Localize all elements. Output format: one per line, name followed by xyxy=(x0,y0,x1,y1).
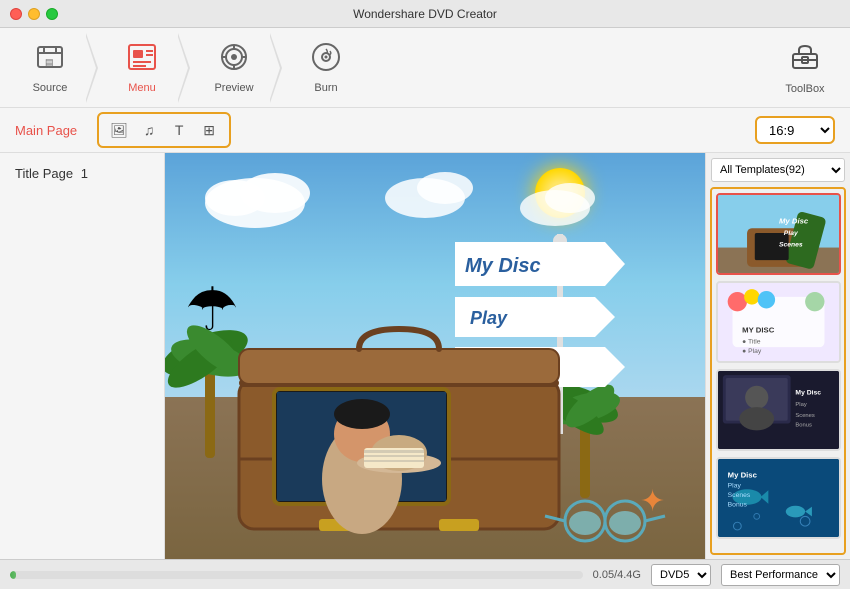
app-title: Wondershare DVD Creator xyxy=(353,7,497,21)
add-chapter-button[interactable]: ⊞ xyxy=(195,117,223,143)
template-thumb-4-inner: My Disc Play Scenes Bonus xyxy=(718,459,839,537)
title-bar: Wondershare DVD Creator xyxy=(0,0,850,28)
performance-select[interactable]: Best Performance High Quality Standard xyxy=(721,564,840,586)
svg-text:MY DISC: MY DISC xyxy=(742,326,775,335)
svg-text:My Disc: My Disc xyxy=(779,216,809,225)
source-icon: ▤ xyxy=(34,41,66,78)
templates-panel: All Templates(92) My Disc Play xyxy=(705,153,850,559)
svg-text:My Disc: My Disc xyxy=(795,390,821,397)
hat-book xyxy=(354,408,444,478)
preview-label: Preview xyxy=(214,82,253,94)
disc-type-select[interactable]: DVD5 DVD9 xyxy=(651,564,711,586)
add-text-button[interactable]: T xyxy=(165,117,193,143)
svg-text:Scenes: Scenes xyxy=(795,413,814,419)
toolbar-nav: ▤ Source Menu xyxy=(10,33,770,103)
svg-text:Bonus: Bonus xyxy=(795,422,812,428)
template-thumb-3-inner: My Disc Play Scenes Bonus xyxy=(718,371,839,449)
template-filter-select[interactable]: All Templates(92) xyxy=(711,158,845,182)
aspect-ratio-select[interactable]: 16:9 4:3 xyxy=(755,116,835,144)
template-thumb-3[interactable]: My Disc Play Scenes Bonus xyxy=(716,369,841,451)
progress-bar-container xyxy=(10,571,583,579)
ground-items: ✦ xyxy=(535,471,685,551)
main-toolbar: ▤ Source Menu xyxy=(0,28,850,108)
burn-label: Burn xyxy=(314,82,337,94)
svg-text:✦: ✦ xyxy=(640,485,665,518)
template-thumb-2[interactable]: MY DISC ● Title ● Play xyxy=(716,281,841,363)
toolbar-item-source[interactable]: ▤ Source xyxy=(10,33,90,103)
toolbox-button[interactable]: ToolBox xyxy=(770,40,840,95)
template-thumb-4[interactable]: My Disc Play Scenes Bonus xyxy=(716,457,841,539)
svg-text:Play: Play xyxy=(795,402,806,408)
source-label: Source xyxy=(33,82,68,94)
svg-text:Scenes: Scenes xyxy=(728,492,751,499)
svg-text:My Disc: My Disc xyxy=(728,471,758,480)
svg-text:Bonus: Bonus xyxy=(728,502,748,509)
progress-bar-fill xyxy=(10,571,16,579)
menu-label: Menu xyxy=(128,82,156,94)
svg-text:Play: Play xyxy=(728,482,742,489)
add-music-button[interactable]: ♫ xyxy=(135,117,163,143)
template-thumb-1[interactable]: My Disc Play Scenes xyxy=(716,193,841,275)
template-thumb-2-inner: MY DISC ● Title ● Play xyxy=(718,283,839,361)
svg-text:● Title: ● Title xyxy=(742,338,761,345)
title-page-item[interactable]: Title Page 1 xyxy=(10,163,154,184)
close-button[interactable] xyxy=(10,8,22,20)
svg-text:▤: ▤ xyxy=(45,57,54,67)
preview-content: ☂ xyxy=(165,153,705,559)
svg-text:● Play: ● Play xyxy=(742,348,762,355)
toolbox-icon xyxy=(789,40,821,79)
main-page-label: Main Page xyxy=(15,123,77,138)
media-buttons-group: 🖼 ♫ T ⊞ xyxy=(97,112,231,148)
left-panel: Title Page 1 xyxy=(0,153,165,559)
add-image-button[interactable]: 🖼 xyxy=(105,117,133,143)
preview-icon xyxy=(218,41,250,78)
title-page-number: 1 xyxy=(81,166,88,181)
preview-area: ☂ xyxy=(165,153,705,559)
progress-text: 0.05/4.4G xyxy=(593,569,641,581)
template-thumbnails-list: My Disc Play Scenes xyxy=(710,187,846,555)
main-content: Title Page 1 ☂ xyxy=(0,153,850,559)
menu-icon xyxy=(126,41,158,78)
template-thumb-1-inner: My Disc Play Scenes xyxy=(718,195,839,273)
burn-icon xyxy=(310,41,342,78)
status-bar: 0.05/4.4G DVD5 DVD9 Best Performance Hig… xyxy=(0,559,850,589)
toolbar-item-burn[interactable]: Burn xyxy=(286,33,366,103)
maximize-button[interactable] xyxy=(46,8,58,20)
title-page-label: Title Page xyxy=(15,166,73,181)
window-controls xyxy=(10,8,58,20)
svg-text:Play: Play xyxy=(784,230,799,237)
svg-text:Scenes: Scenes xyxy=(779,242,803,249)
toolbox-label: ToolBox xyxy=(785,83,824,95)
minimize-button[interactable] xyxy=(28,8,40,20)
toolbar-item-preview[interactable]: Preview xyxy=(194,33,274,103)
clouds-decoration xyxy=(165,163,705,243)
templates-header: All Templates(92) xyxy=(706,153,850,187)
sub-toolbar: Main Page 🖼 ♫ T ⊞ 16:9 4:3 xyxy=(0,108,850,153)
toolbar-item-menu[interactable]: Menu xyxy=(102,33,182,103)
svg-text:My Disc: My Disc xyxy=(465,255,541,277)
